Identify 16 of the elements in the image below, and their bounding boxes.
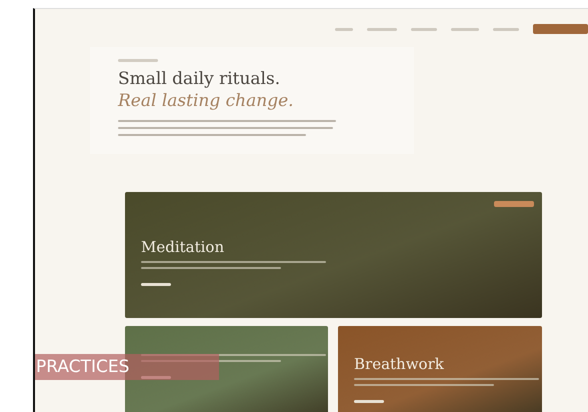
illegible-nav-link[interactable] [411, 28, 437, 30]
illegible-nav-link[interactable] [367, 28, 397, 30]
header-button[interactable] [533, 24, 588, 34]
hero-title: Small daily rituals. [118, 68, 282, 90]
illegible-text-line [118, 59, 158, 62]
illegible-nav-link[interactable] [451, 28, 479, 30]
card-title: Meditation [141, 237, 226, 257]
hero-subtitle: Real lasting change. [118, 90, 295, 112]
practice-card[interactable]: Breathwork [338, 326, 542, 412]
section-label: PRACTICES [35, 354, 219, 380]
illegible-nav-link[interactable] [335, 28, 353, 30]
practice-card[interactable]: Meditation [125, 192, 542, 318]
card-title: Breathwork [354, 354, 445, 374]
illegible-price [141, 283, 171, 286]
illegible-price [354, 400, 384, 403]
illegible-nav-link[interactable] [493, 28, 519, 30]
